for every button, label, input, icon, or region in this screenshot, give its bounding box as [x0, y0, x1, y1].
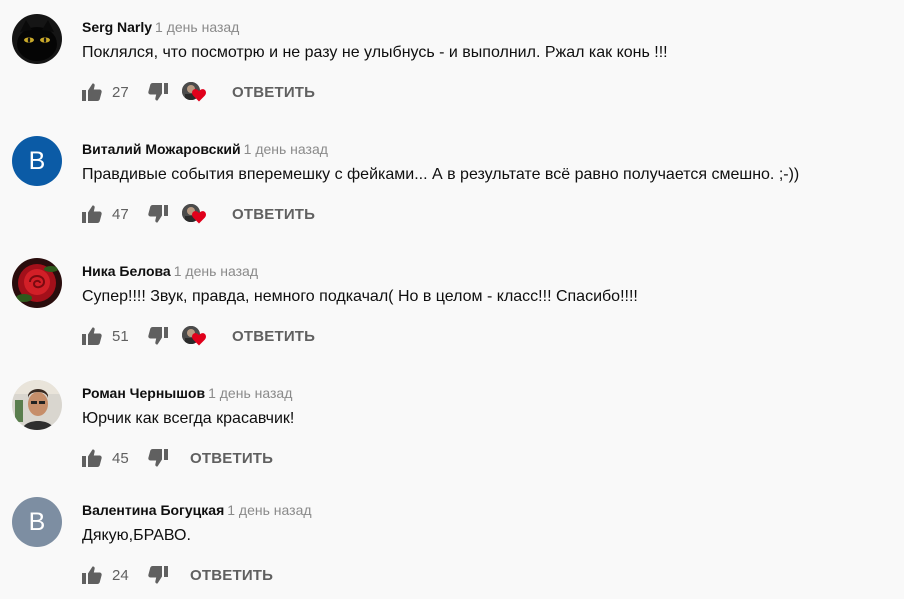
rose-photo-avatar	[12, 258, 62, 308]
comment-text: Поклялся, что посмотрю и не разу не улыб…	[82, 44, 668, 61]
thumb-up-icon[interactable]	[82, 565, 102, 585]
comment-text: Юрчик как всегда красавчик!	[82, 410, 295, 427]
like-count: 27	[112, 83, 129, 101]
comment-actions: 51 ОТВЕТИТЬ	[82, 324, 315, 348]
author-avatar[interactable]	[12, 14, 62, 64]
reply-button[interactable]: ОТВЕТИТЬ	[232, 328, 315, 345]
like-count: 51	[112, 327, 129, 345]
creator-heart-icon	[182, 202, 210, 226]
comment-text: Правдивые события вперемешку с фейками..…	[82, 166, 800, 183]
reply-button[interactable]: ОТВЕТИТЬ	[232, 206, 315, 223]
comment-header: Валентина Богуцкая 1 день назад	[82, 501, 312, 519]
comment-time[interactable]: 1 день назад	[155, 19, 239, 35]
like-count: 45	[112, 449, 129, 467]
author-name[interactable]: Валентина Богуцкая	[82, 502, 224, 518]
reply-button[interactable]: ОТВЕТИТЬ	[232, 84, 315, 101]
comment-header: Виталий Можаровский 1 день назад	[82, 140, 328, 158]
like-count: 47	[112, 205, 129, 223]
thumb-down-icon[interactable]	[148, 326, 168, 346]
reply-button[interactable]: ОТВЕТИТЬ	[190, 567, 273, 584]
person-photo-avatar	[12, 380, 62, 430]
comment-actions: 45 ОТВЕТИТЬ	[82, 446, 273, 470]
author-name[interactable]: Serg Narly	[82, 19, 152, 35]
thumb-down-icon[interactable]	[148, 448, 168, 468]
thumb-up-icon[interactable]	[82, 204, 102, 224]
thumb-down-icon[interactable]	[148, 204, 168, 224]
comment-actions: 47 ОТВЕТИТЬ	[82, 202, 315, 226]
thumb-up-icon[interactable]	[82, 448, 102, 468]
comment-time[interactable]: 1 день назад	[208, 385, 292, 401]
comment-text: Дякую,БРАВО.	[82, 527, 191, 544]
author-name[interactable]: Ника Белова	[82, 263, 171, 279]
avatar-letter: В	[28, 507, 46, 536]
comment-header: Serg Narly 1 день назад	[82, 18, 239, 36]
author-avatar[interactable]	[12, 380, 62, 430]
author-name[interactable]: Виталий Можаровский	[82, 141, 241, 157]
thumb-down-icon[interactable]	[148, 82, 168, 102]
comment-time[interactable]: 1 день назад	[244, 141, 328, 157]
comment-time[interactable]: 1 день назад	[227, 502, 311, 518]
comment-header: Ника Белова 1 день назад	[82, 262, 258, 280]
thumb-up-icon[interactable]	[82, 82, 102, 102]
thumb-down-icon[interactable]	[148, 565, 168, 585]
cat-photo-avatar	[12, 14, 62, 64]
comment-text: Супер!!!! Звук, правда, немного подкачал…	[82, 288, 638, 305]
comment-actions: 27 ОТВЕТИТЬ	[82, 80, 315, 104]
thumb-up-icon[interactable]	[82, 326, 102, 346]
reply-button[interactable]: ОТВЕТИТЬ	[190, 450, 273, 467]
avatar-letter: В	[28, 146, 46, 175]
author-avatar[interactable]	[12, 258, 62, 308]
creator-heart-icon	[182, 324, 210, 348]
author-avatar[interactable]: В	[12, 497, 62, 547]
creator-heart-icon	[182, 80, 210, 104]
comment-time[interactable]: 1 день назад	[174, 263, 258, 279]
author-avatar[interactable]: В	[12, 136, 62, 186]
comment-header: Роман Чернышов 1 день назад	[82, 384, 292, 402]
like-count: 24	[112, 566, 129, 584]
author-name[interactable]: Роман Чернышов	[82, 385, 205, 401]
comment-actions: 24 ОТВЕТИТЬ	[82, 563, 273, 587]
